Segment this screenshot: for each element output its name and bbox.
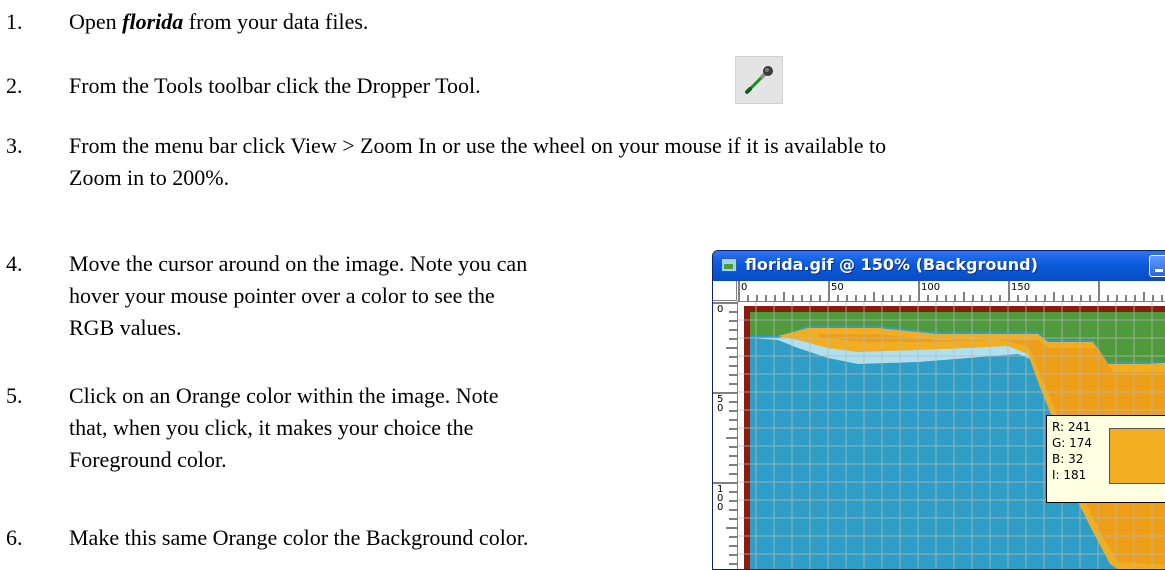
step-number: 4.	[6, 251, 23, 276]
ruler-vertical: 0 5 0 1 0 0	[713, 301, 738, 569]
step-text-pre: Open	[69, 9, 123, 34]
image-window: florida.gif @ 150% (Background) 0 50 100…	[712, 250, 1165, 570]
red-value: R: 241	[1052, 420, 1091, 434]
step-number: 3.	[6, 133, 23, 158]
step-file-name: florida	[122, 9, 184, 34]
step-number: 5.	[6, 383, 23, 408]
step-text-post: from your data files.	[183, 9, 369, 34]
step-text: Click on an Orange color within the imag…	[69, 380, 499, 476]
ruler-horizontal: 0 50 100 150	[737, 281, 1165, 302]
step-number: 1.	[6, 9, 23, 34]
window-title: florida.gif @ 150% (Background)	[745, 255, 1038, 274]
step-text: From the Tools toolbar click the Dropper…	[69, 73, 481, 98]
step-text: Open florida from your data files.	[69, 6, 368, 38]
rgb-values: R: 241 G: 174 B: 32 I: 181	[1052, 419, 1092, 483]
step-text: Move the cursor around on the image. Not…	[69, 248, 527, 344]
image-file-icon	[721, 258, 737, 272]
ruler-label: 100	[921, 282, 941, 293]
step-text-line: Click on an Orange color within the imag…	[69, 383, 499, 408]
dropper-icon	[745, 66, 773, 94]
green-value: G: 174	[1052, 436, 1093, 450]
step-text-line: Move the cursor around on the image. Not…	[69, 251, 528, 276]
step-text: Make this same Orange color the Backgrou…	[69, 525, 529, 550]
step-text-line: Zoom in to 200%.	[69, 165, 230, 190]
step-text-line: that, when you click, it makes your choi…	[69, 415, 474, 440]
step-number: 6.	[6, 525, 23, 550]
ruler-ticks	[738, 281, 1163, 301]
step-number: 2.	[6, 73, 23, 98]
ruler-label: 5 0	[717, 394, 724, 414]
step-text-line: RGB values.	[69, 315, 182, 340]
intensity-value: I: 181	[1052, 468, 1087, 482]
step-text-line: hover your mouse pointer over a color to…	[69, 283, 495, 308]
color-readout-tooltip: R: 241 G: 174 B: 32 I: 181	[1046, 415, 1165, 503]
dropper-tool-button[interactable]	[735, 56, 783, 104]
ruler-label: 50	[831, 282, 844, 293]
step-text-line: From the menu bar click View > Zoom In o…	[69, 133, 887, 158]
ruler-corner	[713, 281, 737, 301]
step-text-line: Foreground color.	[69, 447, 227, 472]
ruler-label: 1 0 0	[717, 484, 724, 513]
ruler-ticks	[713, 302, 737, 565]
ruler-label: 150	[1011, 282, 1031, 293]
window-titlebar[interactable]: florida.gif @ 150% (Background)	[713, 251, 1165, 281]
ruler-label: 0	[741, 282, 748, 293]
color-swatch	[1109, 428, 1165, 484]
step-text: From the menu bar click View > Zoom In o…	[69, 130, 886, 194]
blue-value: B: 32	[1052, 452, 1084, 466]
minimize-button[interactable]	[1149, 255, 1165, 277]
ruler-label: 0	[717, 304, 724, 315]
